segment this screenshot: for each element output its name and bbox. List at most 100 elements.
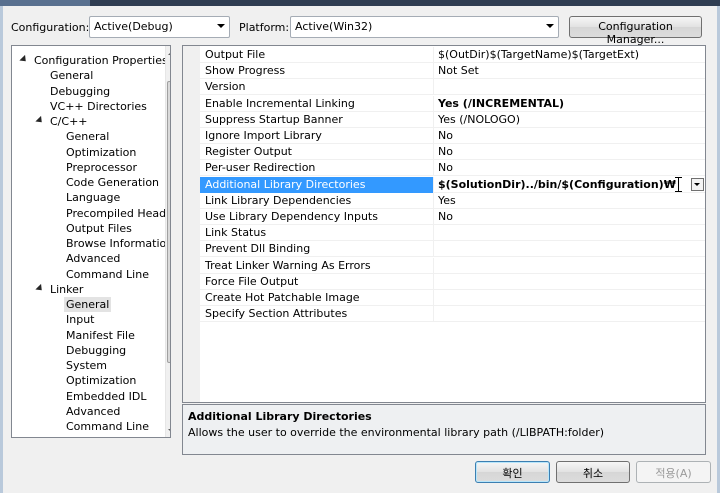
tree-item-cpp-advanced[interactable]: Advanced bbox=[66, 251, 120, 266]
property-name: Use Library Dependency Inputs bbox=[200, 209, 434, 225]
property-value-editor[interactable]: $(SolutionDir)../bin/$(Configuration)₩ bbox=[435, 177, 705, 193]
property-row[interactable]: Output File $(OutDir)$(TargetName)$(Targe… bbox=[200, 47, 705, 63]
tree-item-browse-information[interactable]: Browse Information bbox=[66, 236, 170, 251]
property-name: Enable Incremental Linking bbox=[200, 95, 434, 112]
tree-item-cpp-general[interactable]: General bbox=[66, 129, 109, 144]
description-text: Allows the user to override the environm… bbox=[188, 426, 605, 439]
tree-item-general[interactable]: General bbox=[50, 68, 93, 83]
tree-item-output-files[interactable]: Output Files bbox=[66, 221, 132, 236]
property-value bbox=[435, 241, 705, 257]
property-row[interactable]: Link Library Dependencies Yes bbox=[200, 192, 705, 209]
tree-item-precompiled-headers[interactable]: Precompiled Heade bbox=[66, 206, 170, 221]
property-row[interactable]: Specify Section Attributes bbox=[200, 306, 705, 323]
property-row[interactable]: Suppress Startup Banner Yes (/NOLOGO) bbox=[200, 111, 705, 128]
tree-scrollbar[interactable] bbox=[165, 46, 170, 437]
tree-item-linker-general[interactable]: General bbox=[64, 297, 112, 312]
property-name: Prevent Dll Binding bbox=[200, 241, 434, 258]
property-row[interactable]: Per-user Redirection No bbox=[200, 160, 705, 177]
property-name: Suppress Startup Banner bbox=[200, 111, 434, 128]
tree-item-manifest-file[interactable]: Manifest File bbox=[66, 328, 135, 343]
configuration-dropdown[interactable]: Active(Debug) bbox=[89, 16, 230, 38]
property-name: Output File bbox=[200, 47, 434, 63]
tree-group-cpp[interactable]: C/C++ bbox=[50, 114, 88, 129]
platform-value: Active(Win32) bbox=[295, 20, 373, 33]
configuration-value: Active(Debug) bbox=[94, 20, 173, 33]
property-value: No bbox=[438, 129, 453, 142]
property-row[interactable]: Prevent Dll Binding bbox=[200, 241, 705, 258]
collapse-arrow-icon[interactable] bbox=[35, 115, 45, 126]
ok-button[interactable]: 확인 bbox=[475, 461, 550, 483]
description-title: Additional Library Directories bbox=[188, 410, 372, 423]
property-name: Create Hot Patchable Image bbox=[200, 290, 434, 306]
platform-dropdown[interactable]: Active(Win32) bbox=[290, 16, 559, 38]
property-value bbox=[435, 79, 705, 95]
tree-item-language[interactable]: Language bbox=[66, 190, 120, 205]
chevron-down-icon bbox=[217, 24, 225, 28]
scroll-up-arrow-icon[interactable] bbox=[168, 51, 170, 55]
property-value: Yes (/INCREMENTAL) bbox=[438, 96, 565, 110]
tree-item-cpp-command-line[interactable]: Command Line bbox=[66, 267, 149, 282]
chevron-down-icon bbox=[546, 24, 554, 28]
property-name: Link Status bbox=[200, 225, 434, 242]
property-row[interactable]: Register Output No bbox=[200, 144, 705, 161]
scroll-down-arrow-icon[interactable] bbox=[168, 429, 170, 433]
tree-group-linker[interactable]: Linker bbox=[50, 282, 83, 297]
property-name: Per-user Redirection bbox=[200, 160, 434, 177]
property-row-selected[interactable]: Additional Library Directories $(Solution… bbox=[200, 176, 705, 193]
tree-group-manifest-tool[interactable]: Manifest Tool bbox=[50, 434, 122, 437]
property-value: $(OutDir)$(TargetName)$(TargetExt) bbox=[438, 48, 640, 61]
property-pages-dialog: Configuration: Active(Debug) Platform: A… bbox=[0, 6, 720, 493]
property-value bbox=[435, 258, 705, 274]
property-row[interactable]: Link Status bbox=[200, 225, 705, 242]
tree-item-linker-advanced[interactable]: Advanced bbox=[66, 404, 120, 419]
property-row[interactable]: Show Progress Not Set bbox=[200, 63, 705, 80]
tree-item-code-generation[interactable]: Code Generation bbox=[66, 175, 159, 190]
property-grid[interactable]: Output File $(OutDir)$(TargetName)$(Targe… bbox=[182, 45, 706, 403]
property-value bbox=[435, 290, 705, 306]
tree-item-linker-optimization[interactable]: Optimization bbox=[66, 373, 136, 388]
property-name: Link Library Dependencies bbox=[200, 192, 434, 209]
text-cursor-icon bbox=[675, 176, 682, 192]
tree-item-debugging[interactable]: Debugging bbox=[50, 84, 110, 99]
property-name: Additional Library Directories bbox=[200, 176, 434, 193]
property-row[interactable]: Ignore Import Library No bbox=[200, 128, 705, 144]
value-dropdown-button[interactable] bbox=[691, 177, 704, 191]
platform-label: Platform: bbox=[239, 21, 290, 34]
tree-root-configuration-properties[interactable]: Configuration Properties bbox=[34, 53, 168, 68]
property-name: Show Progress bbox=[200, 63, 434, 80]
tree-item-input[interactable]: Input bbox=[66, 312, 94, 327]
grid-gutter bbox=[183, 46, 200, 402]
tree-item-embedded-idl[interactable]: Embedded IDL bbox=[66, 389, 146, 404]
property-value bbox=[435, 225, 705, 241]
property-name: Version bbox=[200, 79, 434, 96]
property-row[interactable]: Force File Output bbox=[200, 273, 705, 290]
tree-item-preprocessor[interactable]: Preprocessor bbox=[66, 160, 137, 175]
property-row[interactable]: Use Library Dependency Inputs No bbox=[200, 209, 705, 225]
collapse-arrow-icon[interactable] bbox=[35, 283, 45, 293]
property-value bbox=[435, 274, 705, 290]
description-panel: Additional Library Directories Allows th… bbox=[182, 404, 706, 455]
property-row[interactable]: Treat Linker Warning As Errors bbox=[200, 257, 705, 274]
property-value bbox=[435, 306, 705, 322]
property-name: Force File Output bbox=[200, 273, 434, 290]
property-name: Ignore Import Library bbox=[200, 128, 434, 144]
property-row[interactable]: Create Hot Patchable Image bbox=[200, 290, 705, 306]
property-value: Not Set bbox=[438, 64, 479, 78]
scrollbar-thumb[interactable] bbox=[167, 81, 170, 363]
collapse-arrow-icon[interactable] bbox=[19, 54, 29, 65]
tree-item-linker-command-line[interactable]: Command Line bbox=[66, 419, 149, 434]
property-row[interactable]: Version bbox=[200, 79, 705, 96]
cancel-button[interactable]: 취소 bbox=[556, 461, 630, 483]
property-value: Yes (/NOLOGO) bbox=[438, 112, 521, 126]
configuration-manager-button[interactable]: Configuration Manager... bbox=[569, 16, 702, 46]
tree-item-linker-debugging[interactable]: Debugging bbox=[66, 343, 126, 358]
tree-item-vc-directories[interactable]: VC++ Directories bbox=[50, 99, 147, 114]
apply-button[interactable]: 적용(A) bbox=[636, 461, 711, 483]
property-value: Yes bbox=[438, 193, 456, 207]
property-value: No bbox=[438, 210, 453, 223]
tree-item-cpp-optimization[interactable]: Optimization bbox=[66, 145, 136, 160]
property-tree[interactable]: Configuration Properties General Debugging… bbox=[11, 45, 171, 438]
property-name: Treat Linker Warning As Errors bbox=[200, 257, 434, 274]
property-row[interactable]: Enable Incremental Linking Yes (/INCREMEN… bbox=[200, 95, 705, 112]
tree-item-system[interactable]: System bbox=[66, 358, 107, 373]
